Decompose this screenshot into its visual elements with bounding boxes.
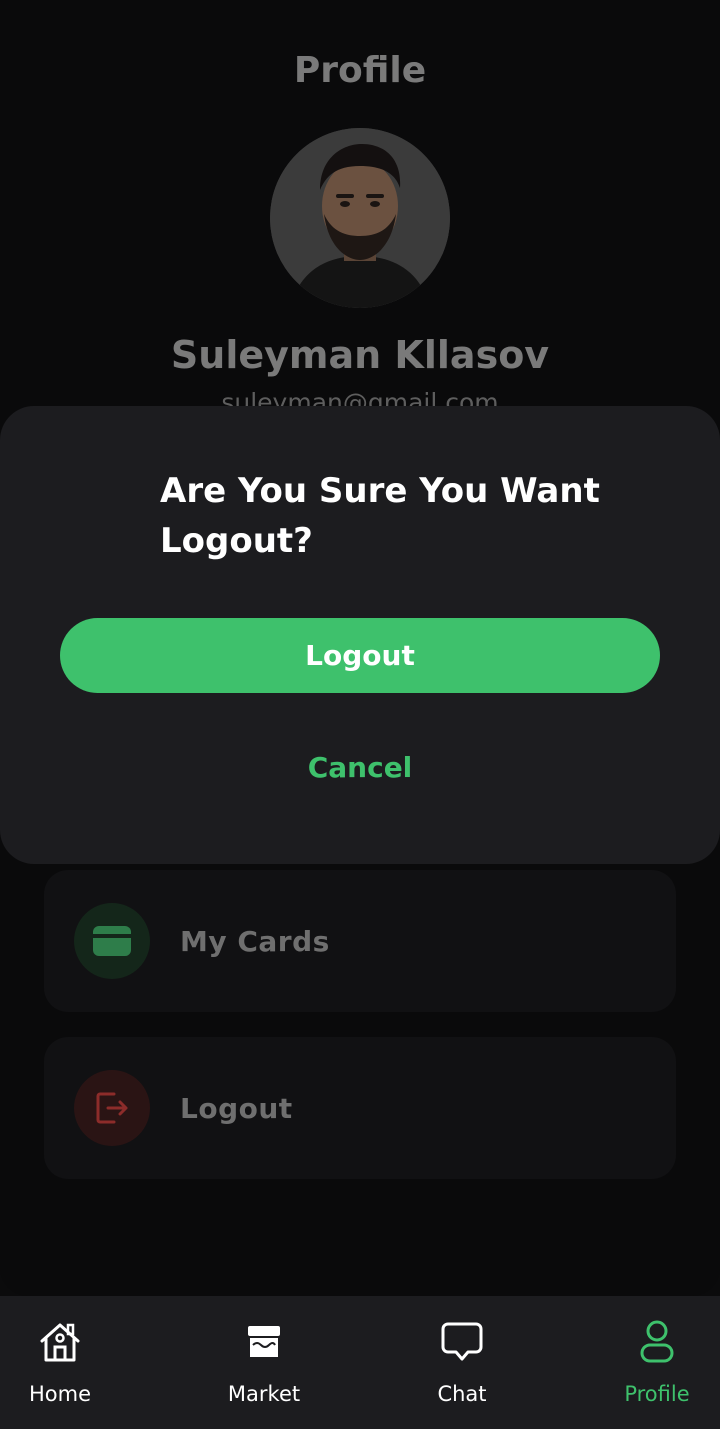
store-icon (240, 1318, 288, 1366)
nav-label-profile: Profile (624, 1382, 690, 1406)
menu-item-logout[interactable]: Logout (44, 1037, 676, 1179)
user-name: Suleyman Kllasov (170, 333, 550, 377)
avatar (270, 128, 450, 308)
cancel-button[interactable]: Cancel (260, 742, 460, 792)
nav-item-market[interactable]: Market (184, 1296, 344, 1429)
avatar-photo (270, 128, 450, 308)
logout-icon-wrap (74, 1070, 150, 1146)
nav-item-chat[interactable]: Chat (382, 1296, 542, 1429)
card-icon-wrap (74, 903, 150, 979)
nav-label-chat: Chat (437, 1382, 487, 1406)
dialog-question: Are You Sure You Want Logout? (160, 471, 600, 561)
profile-screen: Profile Suleyman Kllasov suleyman@gmail.… (0, 0, 720, 1429)
nav-item-profile[interactable]: Profile (577, 1296, 720, 1429)
page-title: Profile (293, 50, 427, 91)
chat-icon (438, 1318, 486, 1366)
menu-item-my-cards[interactable]: My Cards (44, 870, 676, 1012)
nav-item-home[interactable]: Home (0, 1296, 140, 1429)
nav-label-home: Home (28, 1382, 91, 1406)
bottom-nav: Home Market Chat Profile (0, 1296, 720, 1429)
menu-label-logout: Logout (180, 1091, 293, 1125)
menu-label-my-cards: My Cards (180, 924, 330, 958)
user-icon (633, 1318, 681, 1366)
confirm-logout-button[interactable]: Logout (60, 618, 660, 693)
logout-icon (96, 1092, 128, 1124)
nav-label-market: Market (227, 1382, 301, 1406)
home-icon (36, 1318, 84, 1366)
card-icon (93, 926, 131, 956)
